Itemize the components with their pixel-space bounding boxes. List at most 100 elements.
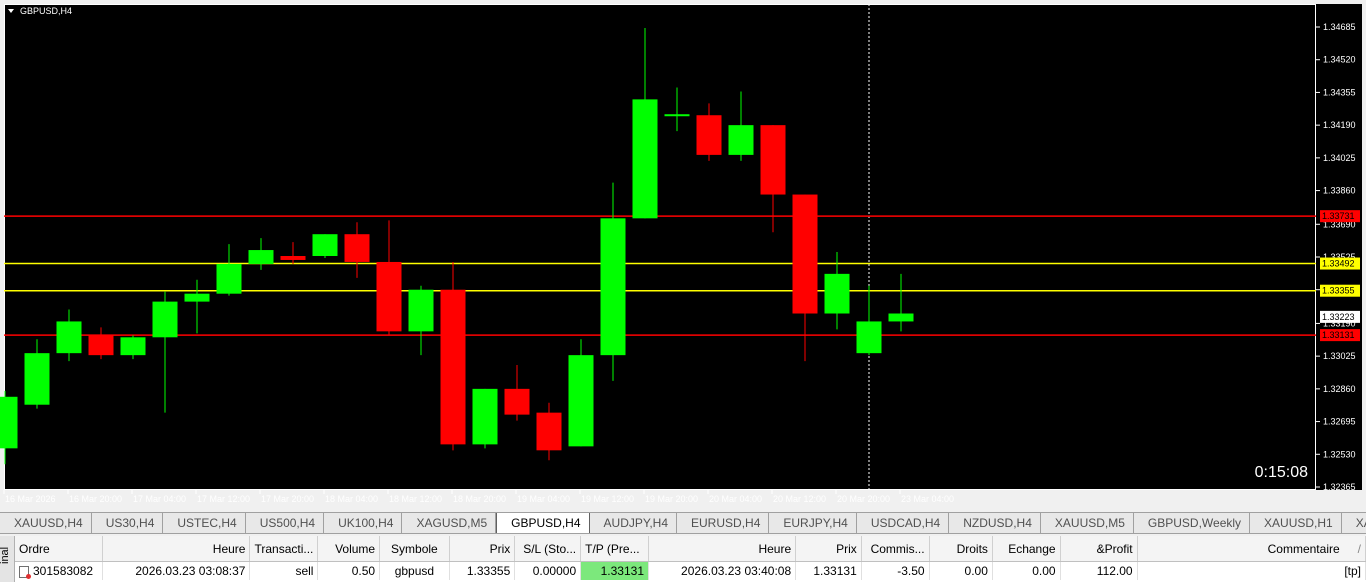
chart-tab-usdcad-h4[interactable]: USDCAD,H4 — [857, 513, 950, 533]
chart-tab-us30-h4[interactable]: US30,H4 — [92, 513, 164, 533]
orders-history-table: Ordre Heure Transacti... Volume Symbole Prix S… — [15, 536, 1366, 580]
price-tick-label: 1.33025 — [1323, 351, 1356, 361]
bull-candle — [312, 234, 338, 257]
cell-value: -3.50 — [897, 564, 925, 578]
price-chart[interactable]: GBPUSD,H4 1.34685 1.34520 1.34355 1.34190 1.3… — [0, 0, 1366, 510]
column-header-label: Transacti... — [254, 541, 314, 556]
bull-candle — [152, 301, 178, 338]
column-header-label: Ordre — [19, 541, 50, 556]
column-header[interactable]: T/P (Pre... — [580, 536, 649, 562]
column-header-label: Prix — [489, 541, 511, 556]
column-header-label: Commentaire — [1267, 541, 1340, 556]
bear-candle — [344, 234, 370, 262]
time-tick-label: 16 Mar 2026 — [5, 494, 56, 504]
column-header[interactable]: Echange — [992, 536, 1061, 562]
table-cell: 0.00000 — [514, 561, 582, 580]
cell-value: 301583082 — [33, 564, 94, 578]
column-header[interactable]: Commentaire / — [1137, 536, 1366, 562]
time-tick-label: 19 Mar 12:00 — [581, 494, 634, 504]
bull-candle — [632, 99, 658, 219]
column-header-label: T/P (Pre... — [585, 541, 640, 556]
cell-value: 1.33355 — [466, 564, 511, 578]
time-tick-label: 18 Mar 04:00 — [325, 494, 378, 504]
table-cell: sell — [249, 561, 319, 580]
price-tick-label: 1.34520 — [1323, 55, 1356, 65]
chart-tab-ustec-h4[interactable]: USTEC,H4 — [163, 513, 246, 533]
cell-value: 2026.03.23 03:08:37 — [135, 564, 246, 578]
time-tick-label: 17 Mar 12:00 — [197, 494, 250, 504]
column-header[interactable]: Ordre — [15, 536, 104, 562]
bull-candle — [888, 313, 914, 322]
column-header[interactable]: Prix — [795, 536, 862, 562]
bull-candle — [664, 114, 690, 117]
bull-candle — [248, 250, 274, 264]
column-header[interactable]: Droits — [929, 536, 993, 562]
chart-tab-audjpy-h4[interactable]: AUDJPY,H4 — [590, 513, 678, 533]
table-cell: 1.33131 — [795, 561, 862, 580]
cell-value: 2026.03.23 03:40:08 — [681, 564, 792, 578]
chart-tab-xauusd-we[interactable]: XAUUSD,We — [1342, 513, 1366, 533]
bull-candle — [472, 388, 498, 445]
chart-tab-gbpusd-weekly[interactable]: GBPUSD,Weekly — [1134, 513, 1251, 533]
column-header-label: &Profit — [1096, 541, 1133, 556]
cell-value: 1.33131 — [813, 564, 857, 578]
time-tick-label: 19 Mar 20:00 — [645, 494, 698, 504]
bull-candle — [728, 125, 754, 155]
time-tick-label: 20 Mar 20:00 — [837, 494, 890, 504]
cell-value: 0.00000 — [532, 564, 577, 578]
price-tick-label: 1.33860 — [1323, 186, 1356, 196]
current-price-label: 1.33223 — [1322, 312, 1355, 322]
table-cell: 112.00 — [1060, 561, 1138, 580]
column-header[interactable]: Volume — [317, 536, 381, 562]
cell-value: [tp] — [1344, 564, 1361, 578]
table-cell: [tp] — [1137, 561, 1366, 580]
column-header[interactable]: S/L (Sto... — [514, 536, 582, 562]
level-price-label: 1.33355 — [1322, 286, 1355, 296]
terminal-side-label: inal — [0, 546, 11, 564]
column-header[interactable]: Commis... — [861, 536, 930, 562]
chart-tab-uk100-h4[interactable]: UK100,H4 — [324, 513, 403, 533]
bull-candle — [216, 263, 242, 294]
table-cell: 0.50 — [317, 561, 381, 580]
column-header[interactable]: &Profit — [1060, 536, 1138, 562]
level-price-label: 1.33492 — [1322, 259, 1355, 269]
price-tick-label: 1.34355 — [1323, 87, 1356, 97]
price-tick-label: 1.32530 — [1323, 449, 1356, 459]
price-tick-label: 1.34025 — [1323, 153, 1356, 163]
chart-tab-nzdusd-h4[interactable]: NZDUSD,H4 — [949, 513, 1041, 533]
sort-indicator: / — [1357, 541, 1361, 556]
table-cell: 2026.03.23 03:08:37 — [102, 561, 251, 580]
chart-tab-xagusd-m5[interactable]: XAGUSD,M5 — [402, 513, 497, 533]
chart-tab-gbpusd-h4[interactable]: GBPUSD,H4 — [496, 513, 590, 533]
column-header-label: Symbole — [391, 541, 438, 556]
time-tick-label: 18 Mar 12:00 — [389, 494, 442, 504]
bear-candle — [88, 335, 114, 356]
column-header[interactable]: Heure — [648, 536, 797, 562]
chart-tab-xauusd-h1[interactable]: XAUUSD,H1 — [1250, 513, 1342, 533]
cell-value: 1.33131 — [600, 564, 644, 578]
bull-candle — [824, 273, 850, 314]
chart-tab-xauusd-m5[interactable]: XAUUSD,M5 — [1041, 513, 1134, 533]
bull-candle — [56, 321, 82, 354]
column-header-label: S/L (Sto... — [523, 541, 577, 556]
column-header[interactable]: Transacti... — [249, 536, 319, 562]
bear-candle — [536, 412, 562, 451]
price-tick-label: 1.32860 — [1323, 384, 1356, 394]
column-header[interactable]: Prix — [449, 536, 516, 562]
table-cell: 1.33131 — [580, 561, 649, 580]
chart-tab-eurjpy-h4[interactable]: EURJPY,H4 — [769, 513, 857, 533]
bull-candle — [0, 396, 18, 449]
bull-candle — [856, 321, 882, 354]
chart-tab-us500-h4[interactable]: US500,H4 — [246, 513, 325, 533]
column-header[interactable]: Heure — [102, 536, 251, 562]
column-header[interactable]: Symbole — [379, 536, 450, 562]
chart-tab-eurusd-h4[interactable]: EURUSD,H4 — [677, 513, 770, 533]
table-row[interactable]: 301583082 2026.03.23 03:08:37 sell 0.50 gbpu… — [15, 561, 1366, 580]
terminal-side-bar[interactable]: inal — [0, 536, 15, 582]
bull-candle — [24, 353, 50, 405]
price-tick-label: 1.32695 — [1323, 417, 1356, 427]
column-header-label: Heure — [758, 541, 792, 556]
chart-tab-xauusd-h4[interactable]: XAUUSD,H4 — [0, 513, 92, 533]
chart-window[interactable]: GBPUSD,H4 1.34685 1.34520 1.34355 1.34190 1.3… — [0, 0, 1366, 510]
chart-tabs-bar: XAUUSD,H4 US30,H4 USTEC,H4 US500,H4 UK100,H4… — [0, 512, 1366, 534]
